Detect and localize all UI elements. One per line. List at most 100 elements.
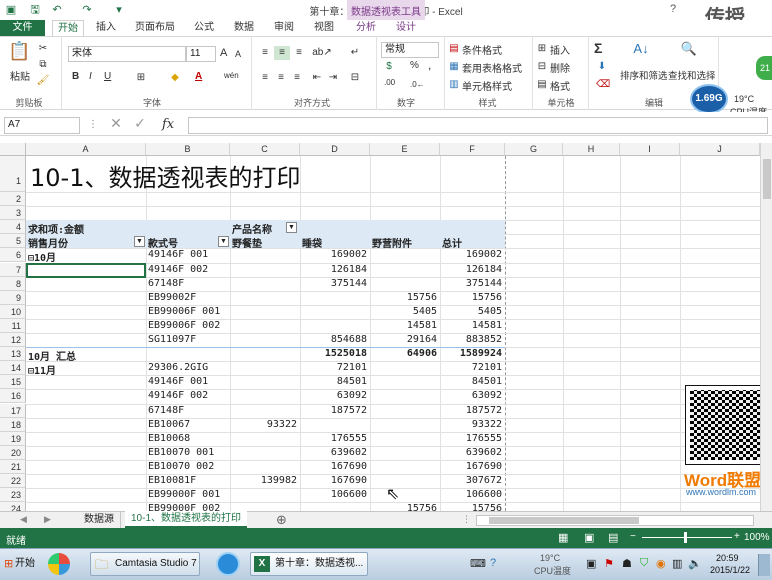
cut-icon[interactable]: ✂ xyxy=(36,42,50,56)
value-grand-total[interactable]: 14581 xyxy=(440,320,502,334)
column-header[interactable]: B xyxy=(146,143,230,156)
vertical-scrollbar[interactable] xyxy=(760,143,772,511)
pivot-column-field[interactable]: 产品名称 xyxy=(232,221,272,236)
paste-button[interactable]: 粘贴 xyxy=(10,68,30,83)
value-sleeping-bag[interactable]: 84501 xyxy=(300,376,367,390)
tab-design[interactable]: 设计 xyxy=(390,20,422,36)
row-header[interactable]: 20 xyxy=(0,445,26,460)
side-badge[interactable]: 21 xyxy=(756,56,772,80)
value-grand-total[interactable]: 169002 xyxy=(440,249,502,263)
zoom-slider-thumb[interactable] xyxy=(684,532,687,543)
value-camping-accessory[interactable]: 5405 xyxy=(370,306,437,320)
clock-date[interactable]: 2015/1/22 xyxy=(710,565,750,575)
row-header[interactable]: 2 xyxy=(0,192,26,207)
style-code[interactable]: EB10067 xyxy=(148,419,190,433)
value-grand-total[interactable]: 307672 xyxy=(440,475,502,489)
tab-analyze[interactable]: 分析 xyxy=(350,20,382,36)
tab-insert[interactable]: 插入 xyxy=(90,20,122,36)
security-app-icon[interactable] xyxy=(48,553,70,575)
value-grand-total[interactable]: 84501 xyxy=(440,376,502,390)
style-code[interactable]: EB10081F xyxy=(148,475,196,489)
pivot-column-heading[interactable]: 睡袋 xyxy=(302,235,322,250)
sheet-tab-source[interactable]: 数据源 xyxy=(78,512,121,528)
row-header[interactable]: 14 xyxy=(0,361,26,376)
tab-data[interactable]: 数据 xyxy=(228,20,260,36)
sort-filter-icon[interactable]: A↓ xyxy=(632,42,650,56)
value-sleeping-bag[interactable]: 63092 xyxy=(300,390,367,404)
pivot-row-field-month[interactable]: 销售月份 xyxy=(28,235,68,250)
decrease-decimal-icon[interactable]: .0← xyxy=(410,78,425,92)
horizontal-scrollbar[interactable] xyxy=(476,515,754,526)
value-picnic-mat[interactable]: 139982 xyxy=(230,475,297,489)
tray-network-icon[interactable]: ▥ xyxy=(672,557,682,570)
column-header[interactable]: H xyxy=(563,143,620,156)
align-bottom-icon[interactable]: ≡ xyxy=(292,46,306,60)
pivot-row-field-style[interactable]: 款式号 xyxy=(148,235,178,250)
style-code[interactable]: EB10070 002 xyxy=(148,461,214,475)
help-button[interactable]: ? xyxy=(670,3,676,15)
row-header[interactable]: 16 xyxy=(0,389,26,404)
row-header[interactable]: 5 xyxy=(0,234,26,249)
increase-decimal-button[interactable]: .00 xyxy=(384,78,395,87)
style-code[interactable]: 49146F 002 xyxy=(148,390,208,404)
row-header[interactable]: 12 xyxy=(0,333,26,348)
new-sheet-icon[interactable]: ⊕ xyxy=(276,512,287,528)
value-picnic-mat[interactable]: 93322 xyxy=(230,419,297,433)
underline-button[interactable]: U xyxy=(104,71,111,82)
row-header[interactable]: 19 xyxy=(0,431,26,446)
insert-function-button[interactable]: fx xyxy=(162,117,174,132)
row-header[interactable]: 3 xyxy=(0,206,26,221)
tray-icon-1[interactable]: ▣ xyxy=(586,557,596,570)
style-code[interactable]: EB99006F 001 xyxy=(148,306,220,320)
insert-cells-button[interactable]: 插入 xyxy=(550,42,570,57)
pivot-column-heading[interactable]: 总计 xyxy=(442,235,462,250)
font-size-box[interactable]: 11 xyxy=(186,46,216,62)
tray-icon-4[interactable]: ◉ xyxy=(656,557,666,570)
tab-formulas[interactable]: 公式 xyxy=(188,20,220,36)
column-header[interactable]: F xyxy=(440,143,505,156)
accounting-icon[interactable]: $ xyxy=(382,60,396,74)
format-painter-icon[interactable]: 🖌 xyxy=(36,74,50,88)
conditional-format-button[interactable]: 条件格式 xyxy=(462,42,502,57)
sort-filter-button[interactable]: 排序和筛选 xyxy=(620,68,668,82)
row-header[interactable]: 6 xyxy=(0,248,26,263)
font-color-button[interactable]: A xyxy=(195,71,202,82)
align-right-icon[interactable]: ≡ xyxy=(290,71,304,85)
decrease-indent-icon[interactable]: ⇤ xyxy=(310,71,324,85)
tab-file[interactable]: 文件 xyxy=(0,20,45,36)
percent-button[interactable]: % xyxy=(410,60,419,71)
value-camping-accessory[interactable]: 64906 xyxy=(370,348,437,362)
page-break-view-icon[interactable]: ▤ xyxy=(608,531,618,544)
style-code[interactable]: EB99006F 002 xyxy=(148,320,220,334)
pivot-value-field[interactable]: 求和项:金额 xyxy=(28,221,84,236)
browser-icon[interactable] xyxy=(216,552,240,576)
row-header[interactable]: 9 xyxy=(0,290,26,305)
tray-icon-2[interactable]: ⚑ xyxy=(604,557,614,570)
value-grand-total[interactable]: 639602 xyxy=(440,447,502,461)
keyboard-icon[interactable]: ⌨ xyxy=(470,557,486,570)
font-name-box[interactable]: 宋体 xyxy=(68,46,186,62)
paste-icon[interactable]: 📋 xyxy=(8,42,30,66)
confirm-entry-icon[interactable]: ✓ xyxy=(132,116,148,130)
phonetic-button[interactable]: wén xyxy=(224,71,239,80)
find-select-button[interactable]: 查找和选择 xyxy=(668,68,716,82)
value-sleeping-bag[interactable]: 106600 xyxy=(300,489,367,503)
autosum-button[interactable]: Σ xyxy=(594,40,602,56)
value-sleeping-bag[interactable]: 187572 xyxy=(300,405,367,419)
find-binoculars-icon[interactable]: 🔍 xyxy=(680,42,698,56)
increase-indent-icon[interactable]: ⇥ xyxy=(326,71,340,85)
row-header[interactable]: 21 xyxy=(0,459,26,474)
zoom-level[interactable]: 100% xyxy=(744,532,770,543)
horizontal-scroll-thumb[interactable] xyxy=(489,517,639,524)
row-header[interactable]: 13 xyxy=(0,347,26,362)
row-header[interactable]: 8 xyxy=(0,276,26,291)
value-grand-total[interactable]: 15756 xyxy=(440,292,502,306)
wrap-text-icon[interactable]: ↵ xyxy=(348,46,362,60)
value-sleeping-bag[interactable]: 169002 xyxy=(300,249,367,263)
number-format-box[interactable]: 常规 xyxy=(381,42,439,58)
help-tray-icon[interactable]: ? xyxy=(490,557,496,569)
row-header[interactable]: 17 xyxy=(0,403,26,418)
clock-time[interactable]: 20:59 xyxy=(716,553,739,563)
value-sleeping-bag[interactable]: 167690 xyxy=(300,475,367,489)
orientation-icon[interactable]: ab↗ xyxy=(312,46,332,60)
